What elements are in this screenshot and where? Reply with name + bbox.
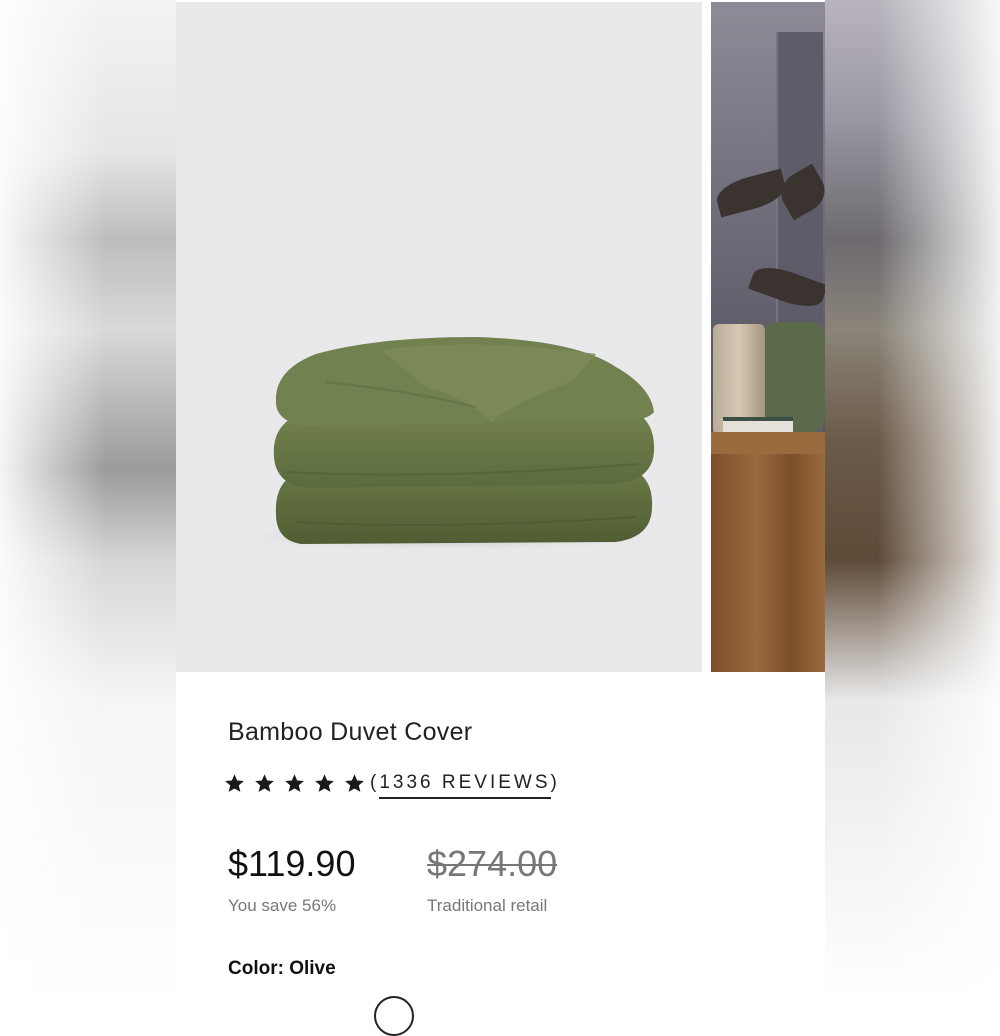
- star-icon: [254, 773, 275, 794]
- star-icon: [284, 773, 305, 794]
- blurred-background-left: [0, 0, 176, 1000]
- reviews-link[interactable]: (1336 REVIEWS): [370, 772, 560, 799]
- savings-text: You save 56%: [228, 896, 337, 915]
- color-label: Color: Olive: [228, 958, 336, 980]
- product-image-main[interactable]: [176, 2, 702, 672]
- folded-duvet-illustration: [206, 337, 686, 553]
- product-title: Bamboo Duvet Cover: [228, 718, 473, 746]
- color-swatch-selected[interactable]: [374, 996, 414, 1036]
- product-image-lifestyle[interactable]: [711, 2, 825, 672]
- blurred-background-right: [825, 0, 1000, 1000]
- reviews-count: 1336 REVIEWS: [379, 772, 551, 799]
- reviews-close-paren: ): [550, 772, 560, 793]
- retail-label: Traditional retail: [427, 896, 548, 915]
- reviews-open-paren: (: [370, 772, 380, 793]
- pillow: [763, 322, 825, 432]
- star-icon: [344, 773, 365, 794]
- color-value: Olive: [289, 958, 336, 979]
- original-price: $274.00: [427, 843, 558, 884]
- sale-price: $119.90: [228, 843, 356, 884]
- dresser: [711, 432, 825, 672]
- star-icon: [314, 773, 335, 794]
- color-label-prefix: Color:: [228, 958, 284, 979]
- dresser-top: [711, 432, 825, 454]
- star-icon: [224, 773, 245, 794]
- rating-row: (1336 REVIEWS): [224, 772, 560, 799]
